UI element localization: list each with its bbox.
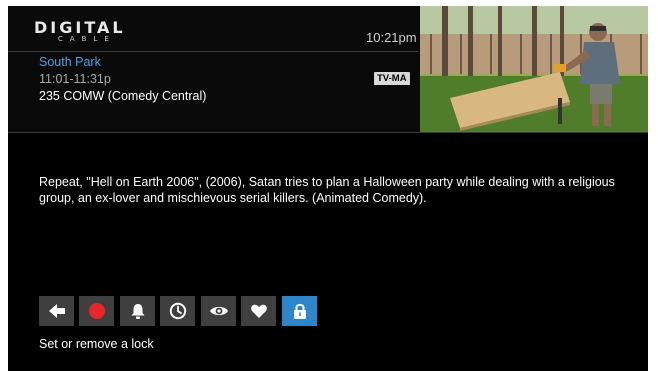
program-info-screen: DIGITAL CABLE 10:21pm South Park 11:01-1… [8, 6, 648, 371]
record-button[interactable] [79, 296, 114, 326]
preview-image [420, 6, 648, 132]
bell-icon [131, 304, 144, 319]
rating-badge: TV-MA [374, 72, 410, 85]
digital-cable-logo: DIGITAL CABLE [34, 18, 126, 43]
live-preview-video [420, 6, 648, 132]
favorite-button[interactable] [241, 296, 276, 326]
program-title: South Park [39, 55, 101, 69]
program-description: Repeat, "Hell on Earth 2006", (2006), Sa… [39, 175, 615, 205]
header-divider [8, 51, 418, 52]
program-time: 11:01-11:31p [39, 72, 111, 86]
heart-icon [250, 304, 267, 318]
back-button[interactable] [39, 296, 74, 326]
header-bottom-divider [8, 132, 648, 133]
lock-icon [293, 303, 306, 319]
program-header: DIGITAL CABLE 10:21pm South Park 11:01-1… [8, 6, 648, 132]
action-hint: Set or remove a lock [39, 337, 154, 351]
lock-button[interactable] [282, 296, 317, 326]
program-channel: 235 COMW (Comedy Central) [39, 89, 207, 103]
back-arrow-icon [48, 304, 65, 318]
clock-icon [169, 302, 186, 320]
record-icon [88, 303, 105, 319]
schedule-button[interactable] [160, 296, 195, 326]
watch-button[interactable] [201, 296, 236, 326]
reminder-button[interactable] [120, 296, 155, 326]
clock: 10:21pm [366, 30, 417, 45]
eye-icon [209, 306, 228, 316]
